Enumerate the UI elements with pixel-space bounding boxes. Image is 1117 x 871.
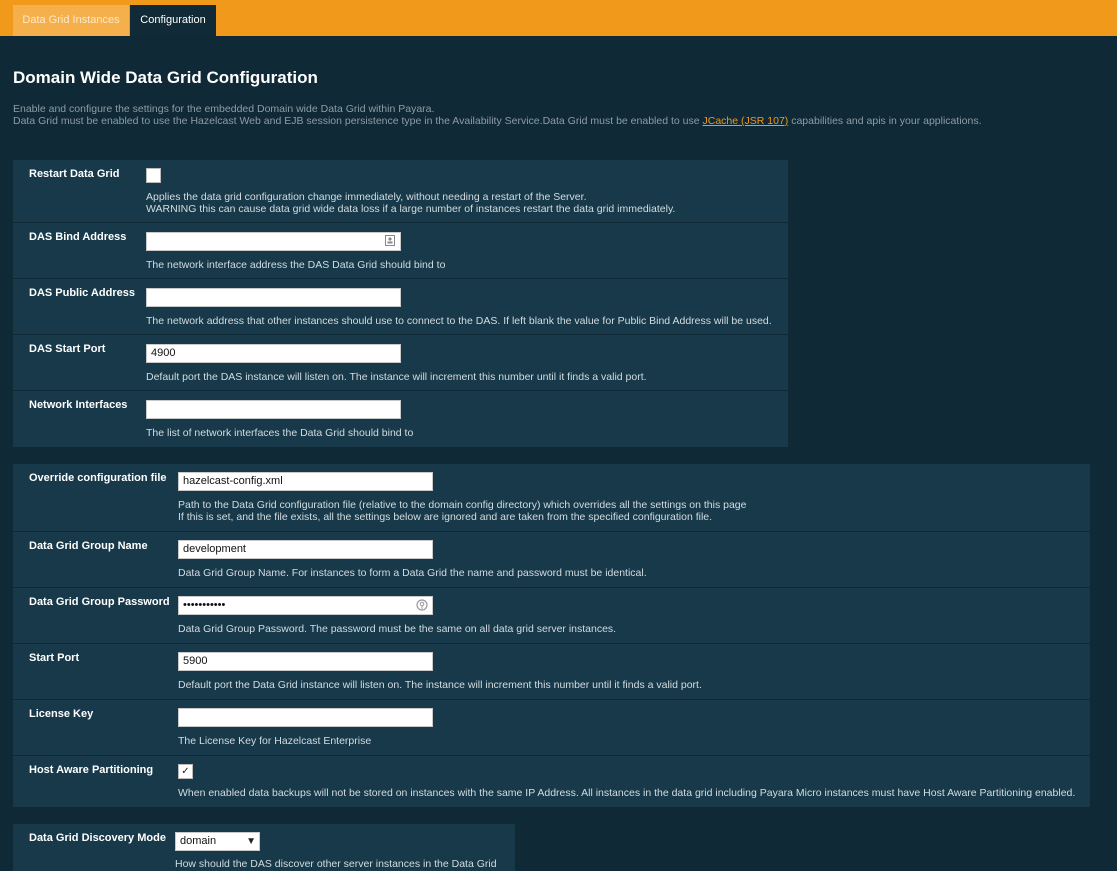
das-bind-address-help: The network interface address the DAS Da… xyxy=(146,259,446,271)
grid-start-port-input[interactable]: 5900 xyxy=(178,652,433,671)
discovery-mode-label: Data Grid Discovery Mode xyxy=(29,832,166,844)
page-intro: Enable and configure the settings for th… xyxy=(13,103,982,127)
network-interfaces-help: The list of network interfaces the Data … xyxy=(146,427,414,439)
intro-line-1: Enable and configure the settings for th… xyxy=(13,103,435,115)
override-config-row: Override configuration file hazelcast-co… xyxy=(13,464,1090,532)
license-key-help: The License Key for Hazelcast Enterprise xyxy=(178,735,372,747)
host-aware-row: Host Aware Partitioning ✓ When enabled d… xyxy=(13,756,1090,807)
group-password-row: Data Grid Group Password ••••••••••• Dat… xyxy=(13,588,1090,644)
das-public-address-input[interactable] xyxy=(146,288,401,307)
network-interfaces-row: Network Interfaces The list of network i… xyxy=(13,391,788,447)
restart-data-grid-help: Applies the data grid configuration chan… xyxy=(146,191,675,215)
das-bind-address-input[interactable] xyxy=(146,232,401,251)
license-key-row: License Key The License Key for Hazelcas… xyxy=(13,700,1090,756)
grid-start-port-label: Start Port xyxy=(29,652,80,664)
group-password-input[interactable]: ••••••••••• xyxy=(178,596,433,615)
discovery-settings-panel: Data Grid Discovery Mode domain ▼ How sh… xyxy=(13,824,515,871)
group-name-label: Data Grid Group Name xyxy=(29,540,148,552)
network-interfaces-label: Network Interfaces xyxy=(29,399,128,411)
restart-data-grid-row: Restart Data Grid Applies the data grid … xyxy=(13,160,788,223)
group-name-row: Data Grid Group Name development Data Gr… xyxy=(13,532,1090,588)
das-public-address-row: DAS Public Address The network address t… xyxy=(13,279,788,335)
override-help-line-1: Path to the Data Grid configuration file… xyxy=(178,499,747,511)
intro-line-2-end: capabilities and apis in your applicatio… xyxy=(788,115,982,127)
host-aware-label: Host Aware Partitioning xyxy=(29,764,154,776)
das-bind-address-label: DAS Bind Address xyxy=(29,231,127,243)
das-start-port-help: Default port the DAS instance will liste… xyxy=(146,371,647,383)
host-aware-help: When enabled data backups will not be st… xyxy=(178,787,1076,799)
chevron-down-icon: ▼ xyxy=(246,836,256,847)
intro-line-2-start: Data Grid must be enabled to use the Haz… xyxy=(13,115,703,127)
das-bind-address-row: DAS Bind Address The network interface a… xyxy=(13,223,788,279)
group-password-label: Data Grid Group Password xyxy=(29,596,170,608)
group-name-help: Data Grid Group Name. For instances to f… xyxy=(178,567,647,579)
override-help-line-2: If this is set, and the file exists, all… xyxy=(178,511,713,523)
group-password-help: Data Grid Group Password. The password m… xyxy=(178,623,617,635)
password-reveal-icon[interactable] xyxy=(416,599,428,612)
discovery-mode-select[interactable]: domain ▼ xyxy=(175,832,260,851)
restart-help-line-1: Applies the data grid configuration chan… xyxy=(146,191,587,203)
das-public-address-help: The network address that other instances… xyxy=(146,315,772,327)
top-tab-bar: Data Grid Instances Configuration xyxy=(0,0,1117,36)
contact-card-icon[interactable] xyxy=(384,235,396,248)
grid-start-port-help: Default port the Data Grid instance will… xyxy=(178,679,702,691)
host-aware-checkbox[interactable]: ✓ xyxy=(178,764,193,779)
tab-configuration[interactable]: Configuration xyxy=(130,5,216,36)
page-title: Domain Wide Data Grid Configuration xyxy=(13,68,318,87)
tab-data-grid-instances[interactable]: Data Grid Instances xyxy=(13,5,129,36)
das-settings-panel: Restart Data Grid Applies the data grid … xyxy=(13,160,788,447)
network-interfaces-input[interactable] xyxy=(146,400,401,419)
override-config-help: Path to the Data Grid configuration file… xyxy=(178,499,746,523)
group-password-value: ••••••••••• xyxy=(183,599,226,611)
intro-line-2: Data Grid must be enabled to use the Haz… xyxy=(13,115,982,127)
das-public-address-label: DAS Public Address xyxy=(29,287,135,299)
license-key-input[interactable] xyxy=(178,708,433,727)
das-start-port-row: DAS Start Port 4900 Default port the DAS… xyxy=(13,335,788,391)
restart-data-grid-label: Restart Data Grid xyxy=(29,168,120,180)
grid-start-port-row: Start Port 5900 Default port the Data Gr… xyxy=(13,644,1090,700)
override-config-input[interactable]: hazelcast-config.xml xyxy=(178,472,433,491)
restart-help-line-2: WARNING this can cause data grid wide da… xyxy=(146,203,676,215)
das-start-port-label: DAS Start Port xyxy=(29,343,106,355)
group-name-input[interactable]: development xyxy=(178,540,433,559)
das-start-port-input[interactable]: 4900 xyxy=(146,344,401,363)
restart-data-grid-checkbox[interactable] xyxy=(146,168,161,183)
license-key-label: License Key xyxy=(29,708,94,720)
data-grid-settings-panel: Override configuration file hazelcast-co… xyxy=(13,464,1090,807)
override-config-label: Override configuration file xyxy=(29,472,167,484)
discovery-mode-help: How should the DAS discover other server… xyxy=(175,858,497,870)
discovery-mode-value: domain xyxy=(180,835,217,847)
discovery-mode-row: Data Grid Discovery Mode domain ▼ How sh… xyxy=(13,824,515,871)
jcache-link[interactable]: JCache (JSR 107) xyxy=(703,115,789,127)
